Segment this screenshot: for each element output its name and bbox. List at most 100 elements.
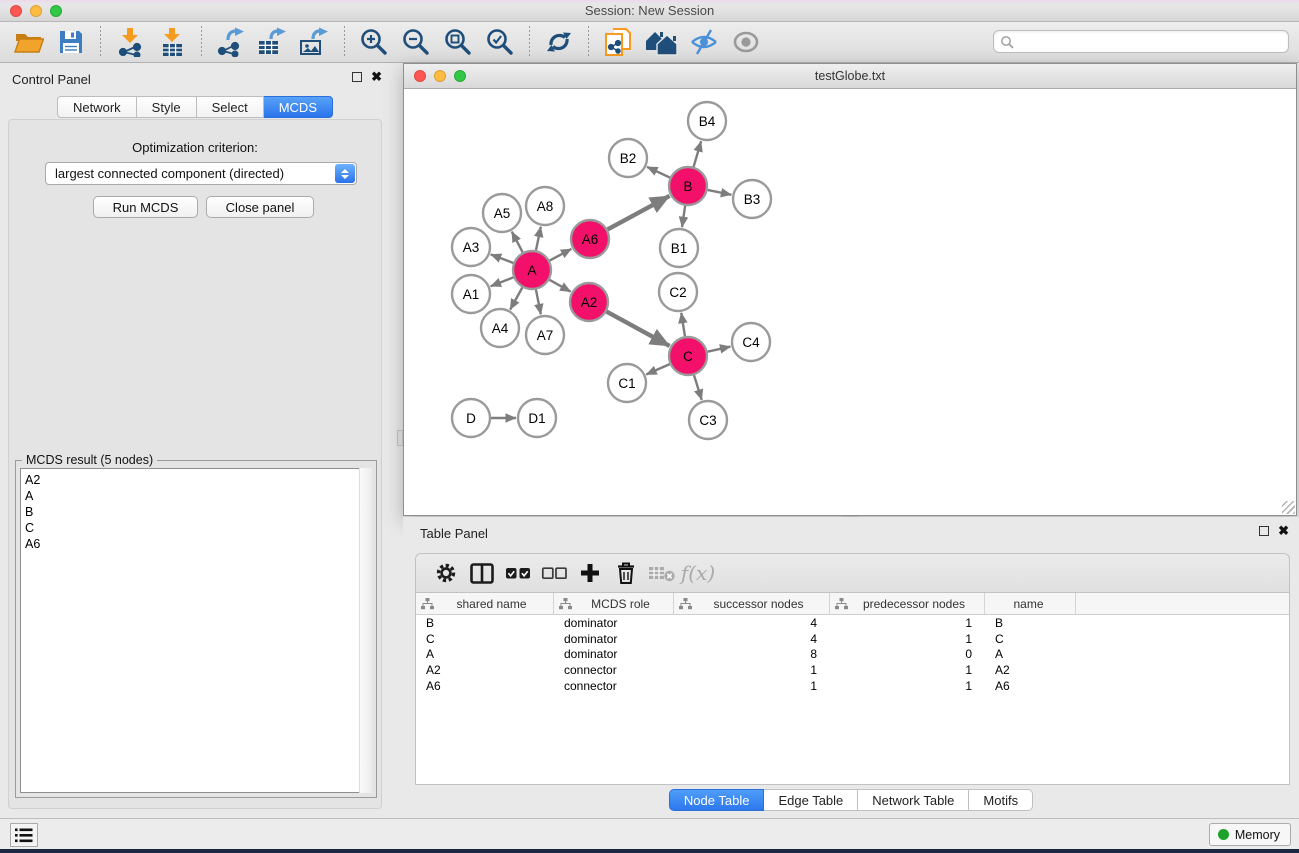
graph-node-label: A1 xyxy=(463,287,480,302)
new-network-from-selection-icon[interactable] xyxy=(601,25,635,59)
graph-edge-A-A6[interactable] xyxy=(550,249,572,261)
graph-edge-A-A2[interactable] xyxy=(549,280,570,292)
graph-edge-A-A1[interactable] xyxy=(491,277,514,286)
cell-predecessor-nodes: 1 xyxy=(830,663,985,677)
add-column-icon[interactable] xyxy=(572,556,608,590)
mcds-result-item[interactable]: A6 xyxy=(25,536,371,552)
float-table-panel-icon[interactable] xyxy=(1259,526,1269,536)
column-header-MCDS-role[interactable]: MCDS role xyxy=(554,593,674,614)
refresh-icon[interactable] xyxy=(542,25,576,59)
mcds-result-item[interactable]: A xyxy=(25,488,371,504)
network-window-titlebar[interactable]: testGlobe.txt xyxy=(404,64,1296,89)
table-row[interactable]: Adominator80A xyxy=(416,647,1289,663)
cell-successor-nodes: 4 xyxy=(674,632,830,646)
hide-graphics-details-icon[interactable] xyxy=(687,25,721,59)
graph-edge-A2-C[interactable] xyxy=(607,312,670,346)
control-panel: Control Panel ✖ NetworkStyleSelectMCDS O… xyxy=(0,63,390,815)
save-session-icon[interactable] xyxy=(54,25,88,59)
home-icon[interactable] xyxy=(643,25,679,59)
network-view-window: testGlobe.txt B4B2BB3A5A8A6B1A3AC2A1A2A4… xyxy=(403,63,1297,516)
graph-node-label: A7 xyxy=(537,328,554,343)
mcds-result-list[interactable]: A2ABCA6 xyxy=(20,468,372,793)
tab-motifs[interactable]: Motifs xyxy=(969,789,1033,811)
tab-network[interactable]: Network xyxy=(57,96,137,118)
search-input[interactable] xyxy=(1014,31,1288,52)
toolbar-separator xyxy=(529,26,530,58)
export-network-icon[interactable] xyxy=(214,25,248,59)
tab-node-table[interactable]: Node Table xyxy=(669,789,765,811)
tab-mcds[interactable]: MCDS xyxy=(264,96,333,118)
function-builder-icon[interactable]: f(x) xyxy=(680,556,716,590)
tab-network-table[interactable]: Network Table xyxy=(858,789,969,811)
export-table-icon[interactable] xyxy=(256,25,290,59)
network-canvas[interactable]: B4B2BB3A5A8A6B1A3AC2A1A2A4A7C4CC1C3DD1 xyxy=(404,89,1296,515)
delete-table-icon[interactable] xyxy=(644,556,680,590)
cell-predecessor-nodes: 1 xyxy=(830,679,985,693)
cell-predecessor-nodes: 1 xyxy=(830,632,985,646)
control-panel-tabs: NetworkStyleSelectMCDS xyxy=(0,96,390,118)
result-scrollbar[interactable] xyxy=(359,468,372,793)
mcds-result-item[interactable]: A2 xyxy=(25,472,371,488)
table-row[interactable]: Bdominator41B xyxy=(416,615,1289,631)
close-panel-button[interactable]: Close panel xyxy=(206,196,314,218)
graph-node-label: B xyxy=(683,179,692,194)
open-session-icon[interactable] xyxy=(12,25,46,59)
zoom-in-icon[interactable] xyxy=(357,25,391,59)
delete-column-icon[interactable] xyxy=(608,556,644,590)
tab-select[interactable]: Select xyxy=(197,96,264,118)
task-history-button[interactable] xyxy=(10,823,38,847)
window-resize-grip[interactable] xyxy=(1282,501,1295,514)
export-image-icon[interactable] xyxy=(298,25,332,59)
graph-edge-B-B4[interactable] xyxy=(694,141,701,167)
column-chooser-icon[interactable] xyxy=(464,556,500,590)
graph-edge-B-B1[interactable] xyxy=(682,206,685,227)
graph-edge-C-C2[interactable] xyxy=(681,313,685,336)
import-network-icon[interactable] xyxy=(113,25,147,59)
graph-edge-A-A3[interactable] xyxy=(491,254,514,263)
graph-edge-C-C1[interactable] xyxy=(646,364,670,374)
graph-node-label: A4 xyxy=(492,321,509,336)
graph-edge-C-C4[interactable] xyxy=(708,347,731,352)
graph-node-label: A5 xyxy=(494,206,511,221)
graph-edge-A-A4[interactable] xyxy=(510,288,522,310)
cell-successor-nodes: 4 xyxy=(674,616,830,630)
column-header-predecessor-nodes[interactable]: predecessor nodes xyxy=(830,593,985,614)
column-header-successor-nodes[interactable]: successor nodes xyxy=(674,593,830,614)
float-panel-icon[interactable] xyxy=(352,72,362,82)
graph-edge-A-A5[interactable] xyxy=(512,232,523,253)
graph-edge-A-A7[interactable] xyxy=(536,290,541,315)
graph-node-label: C2 xyxy=(669,285,686,300)
graph-edge-A6-B[interactable] xyxy=(608,196,670,229)
graph-edge-C-C3[interactable] xyxy=(694,375,702,400)
toolbar-separator xyxy=(201,26,202,58)
close-table-panel-icon[interactable]: ✖ xyxy=(1278,526,1289,536)
import-table-icon[interactable] xyxy=(155,25,189,59)
tab-style[interactable]: Style xyxy=(137,96,197,118)
tab-edge-table[interactable]: Edge Table xyxy=(764,789,858,811)
deselect-all-rows-icon[interactable] xyxy=(536,556,572,590)
memory-button[interactable]: Memory xyxy=(1209,823,1291,846)
search-box[interactable] xyxy=(993,30,1289,53)
settings-gear-icon[interactable] xyxy=(428,556,464,590)
graph-edge-B-B3[interactable] xyxy=(708,190,732,195)
show-graphics-details-icon[interactable] xyxy=(729,25,763,59)
desktop-background xyxy=(0,849,1299,853)
zoom-out-icon[interactable] xyxy=(399,25,433,59)
table-row[interactable]: Cdominator41C xyxy=(416,631,1289,647)
select-all-rows-icon[interactable] xyxy=(500,556,536,590)
splitter-grip-vertical[interactable] xyxy=(397,430,403,446)
criterion-dropdown[interactable]: largest connected component (directed) xyxy=(45,162,357,185)
zoom-selected-icon[interactable] xyxy=(483,25,517,59)
zoom-fit-icon[interactable] xyxy=(441,25,475,59)
column-header-name[interactable]: name xyxy=(985,593,1076,614)
close-panel-icon[interactable]: ✖ xyxy=(371,72,382,82)
cell-MCDS-role: connector xyxy=(554,663,674,677)
mcds-result-item[interactable]: B xyxy=(25,504,371,520)
table-row[interactable]: A6connector11A6 xyxy=(416,678,1289,694)
mcds-result-item[interactable]: C xyxy=(25,520,371,536)
run-mcds-button[interactable]: Run MCDS xyxy=(93,196,198,218)
graph-edge-B-B2[interactable] xyxy=(647,167,670,178)
table-row[interactable]: A2connector11A2 xyxy=(416,662,1289,678)
graph-edge-A-A8[interactable] xyxy=(536,227,541,251)
column-header-shared-name[interactable]: shared name xyxy=(416,593,554,614)
